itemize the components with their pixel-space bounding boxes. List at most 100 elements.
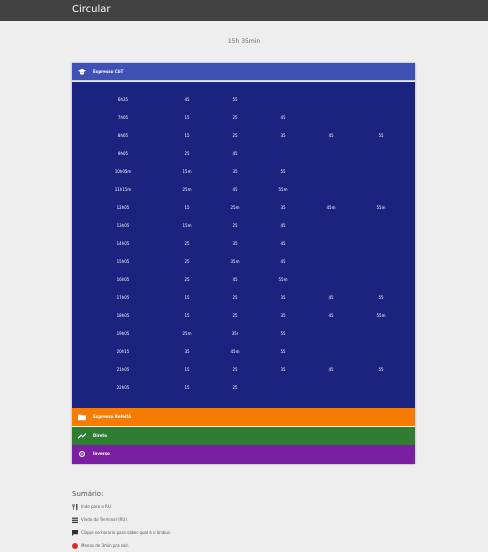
departure-hour-cell[interactable]: 8h05 [99,127,147,144]
departure-minute-cell[interactable]: 45 [259,253,307,270]
departure-minute-cell[interactable]: 35m [211,253,259,270]
departure-minute-cell[interactable]: 55m [357,199,405,216]
departure-hour-cell[interactable]: 7h05 [99,109,147,126]
departure-minute-cell[interactable]: 15m [163,163,211,180]
departure-minute-cell[interactable]: 35 [259,199,307,216]
departure-minute-cell[interactable]: 25 [211,127,259,144]
departure-minute-cell[interactable]: 15 [163,289,211,306]
departure-minute-cell[interactable]: 25m [211,199,259,216]
departure-minute-cell[interactable]: 45 [307,307,355,324]
route-panel: Expresso CbT 6h35 45 55 7h05 15 25 45 8h05 15 25 3… [72,63,415,464]
section-direto[interactable]: Direto [72,427,415,445]
departure-minute-cell[interactable]: 55 [211,91,259,108]
comment-icon [72,530,78,536]
departure-minute-cell[interactable]: 15 [163,127,211,144]
departure-minute-cell[interactable]: 45 [163,91,211,108]
departure-hour-cell[interactable]: 9h05 [99,145,147,162]
departure-minute-cell[interactable]: 25 [163,253,211,270]
app-bar: Circular [0,0,488,21]
departure-minute-cell[interactable]: 45 [307,289,355,306]
departure-minute-cell[interactable]: 25 [211,379,259,396]
departure-minute-cell[interactable]: 15 [163,361,211,378]
departure-hour-cell[interactable]: 19h05 [99,325,147,342]
departure-hour-cell[interactable]: 21h05 [99,361,147,378]
departure-minute-cell[interactable]: 15 [163,307,211,324]
departure-minute-cell[interactable]: 35 [211,163,259,180]
trending-up-icon [78,433,86,439]
departure-hour-cell[interactable]: 12h05 [99,199,147,216]
departure-hour-cell[interactable]: 18h05 [99,307,147,324]
departure-minute-cell[interactable]: 25 [211,361,259,378]
departure-minute-cell[interactable]: 15 [163,379,211,396]
schedule-table: 6h35 45 55 7h05 15 25 45 8h05 15 25 35 45 55 9h05 25 45… [72,82,415,408]
departure-minute-cell[interactable]: 55 [259,325,307,342]
departure-minute-cell[interactable]: 55m [357,307,405,324]
departure-minute-cell[interactable]: 45 [259,109,307,126]
legend-text: Indo para o RU. [81,504,113,509]
app-title: Circular [72,4,111,15]
departure-minute-cell[interactable]: 45 [307,127,355,144]
departure-minute-cell[interactable]: 45 [211,271,259,288]
section-label: Inverso [93,451,110,456]
departure-hour-cell[interactable]: 6h35 [99,91,147,108]
departure-minute-cell[interactable]: 25 [163,271,211,288]
departure-minute-cell[interactable]: 25 [211,109,259,126]
departure-minute-cell[interactable]: 55 [357,289,405,306]
departure-minute-cell[interactable]: 35r [211,325,259,342]
departure-hour-cell[interactable]: 10h05m [99,163,147,180]
departure-minute-cell[interactable]: 55m [259,181,307,198]
current-time: 15h 35min [227,38,261,45]
section-expresso-cbt[interactable]: Expresso CbT [72,63,415,81]
section-label: Expresso Refeitô [93,414,132,419]
section-label: Direto [93,433,108,438]
fork-knife-icon [72,504,78,510]
graduation-cap-icon [78,68,86,75]
departure-hour-cell[interactable]: 16h05 [99,271,147,288]
section-expresso-refeito[interactable]: Expresso Refeitô [72,408,415,426]
folder-icon [78,414,86,421]
departure-hour-cell[interactable]: 14h05 [99,235,147,252]
departure-minute-cell[interactable]: 55 [259,163,307,180]
legend-text: Clique no horario para saber qual é o ôn… [81,530,172,535]
departure-minute-cell[interactable]: 25m [163,325,211,342]
list-icon [72,517,78,523]
departure-hour-cell[interactable]: 13h05 [99,217,147,234]
departure-minute-cell[interactable]: 35 [259,127,307,144]
departure-minute-cell[interactable]: 35 [259,307,307,324]
departure-minute-cell[interactable]: 35 [259,289,307,306]
departure-minute-cell[interactable]: 45 [211,145,259,162]
departure-minute-cell[interactable]: 35 [211,235,259,252]
legend-text: Vindo do Terminal (RU). [81,517,129,522]
departure-hour-cell[interactable]: 22h05 [99,379,147,396]
departure-minute-cell[interactable]: 35 [163,343,211,360]
cycle-icon [79,451,85,457]
departure-minute-cell[interactable]: 15 [163,109,211,126]
departure-minute-cell[interactable]: 15m [163,217,211,234]
departure-minute-cell[interactable]: 35 [259,361,307,378]
departure-minute-cell[interactable]: 45m [211,343,259,360]
summary-title: Sumário: [72,490,104,498]
departure-minute-cell[interactable]: 45 [307,361,355,378]
departure-minute-cell[interactable]: 55m [259,271,307,288]
departure-minute-cell[interactable]: 15 [163,199,211,216]
departure-minute-cell[interactable]: 25 [163,235,211,252]
departure-minute-cell[interactable]: 45m [307,199,355,216]
departure-minute-cell[interactable]: 45 [211,181,259,198]
departure-hour-cell[interactable]: 15h05 [99,253,147,270]
departure-minute-cell[interactable]: 25m [163,181,211,198]
departure-hour-cell[interactable]: 20h15 [99,343,147,360]
departure-minute-cell[interactable]: 25 [211,307,259,324]
red-dot-icon [72,543,78,549]
departure-minute-cell[interactable]: 25 [211,289,259,306]
section-inverso[interactable]: Inverso [72,445,415,464]
departure-hour-cell[interactable]: 17h05 [99,289,147,306]
departure-minute-cell[interactable]: 55 [259,343,307,360]
departure-minute-cell[interactable]: 45 [259,235,307,252]
section-label: Expresso CbT [93,69,124,74]
departure-hour-cell[interactable]: 11h15m [99,181,147,198]
departure-minute-cell[interactable]: 45 [259,217,307,234]
departure-minute-cell[interactable]: 55 [357,127,405,144]
departure-minute-cell[interactable]: 55 [357,361,405,378]
departure-minute-cell[interactable]: 25 [163,145,211,162]
departure-minute-cell[interactable]: 25 [211,217,259,234]
